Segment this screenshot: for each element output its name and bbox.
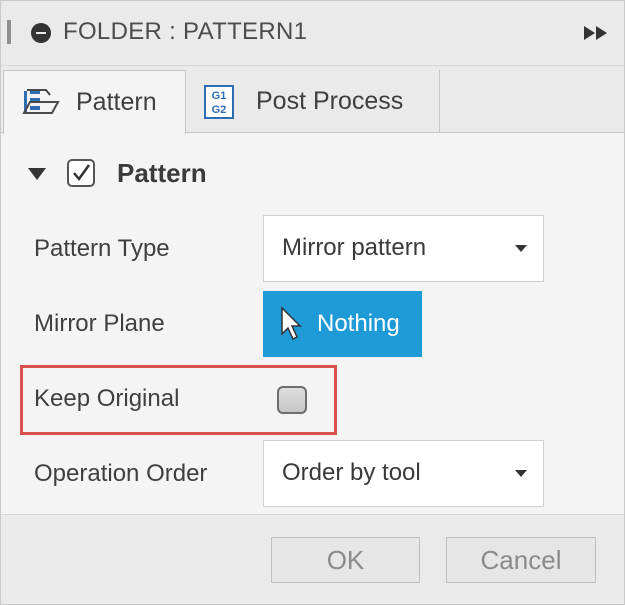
svg-text:G2: G2 — [212, 104, 227, 116]
operation-order-label: Operation Order — [34, 460, 208, 487]
pattern-type-select[interactable]: Mirror pattern — [263, 215, 544, 282]
cursor-arrow-icon — [281, 306, 302, 341]
tab-strip: Pattern G1 G2 Post Process — [1, 66, 624, 134]
pattern-type-value: Mirror pattern — [282, 234, 427, 261]
dropdown-arrow-icon — [515, 470, 527, 477]
dropdown-arrow-icon — [515, 245, 527, 252]
dialog-footer: OK Cancel — [1, 514, 624, 604]
tab-post-process-label: Post Process — [256, 87, 404, 115]
checkmark-icon — [73, 164, 91, 182]
drag-grip-icon[interactable] — [7, 20, 11, 44]
tab-pattern-label: Pattern — [76, 88, 157, 116]
ok-button[interactable]: OK — [271, 537, 420, 583]
pattern-type-label: Pattern Type — [34, 235, 170, 262]
dialog-titlebar[interactable]: FOLDER : PATTERN1 — [1, 1, 624, 66]
svg-text:G1: G1 — [212, 90, 227, 102]
mirror-plane-selection-button[interactable]: Nothing — [263, 291, 422, 357]
section-title: Pattern — [117, 158, 207, 188]
mirror-plane-value: Nothing — [317, 310, 400, 337]
operation-order-value: Order by tool — [282, 459, 421, 486]
collapse-circle-icon[interactable] — [31, 23, 51, 43]
folder-pattern-dialog: FOLDER : PATTERN1 Pattern G1 G2 Post Pro… — [0, 0, 625, 605]
fast-forward-icon[interactable] — [584, 25, 610, 41]
dialog-title: FOLDER : PATTERN1 — [63, 18, 308, 45]
keep-original-checkbox[interactable] — [277, 386, 307, 414]
g1-g2-icon: G1 G2 — [204, 85, 234, 119]
tab-pattern[interactable]: Pattern — [3, 70, 186, 134]
expand-caret-icon[interactable] — [28, 168, 46, 180]
tab-post-process[interactable]: G1 G2 Post Process — [186, 70, 440, 132]
mirror-plane-label: Mirror Plane — [34, 310, 165, 337]
cancel-button[interactable]: Cancel — [446, 537, 596, 583]
pattern-icon — [22, 89, 60, 114]
pattern-enable-checkbox[interactable] — [67, 159, 95, 187]
keep-original-label: Keep Original — [34, 385, 180, 412]
operation-order-select[interactable]: Order by tool — [263, 440, 544, 507]
